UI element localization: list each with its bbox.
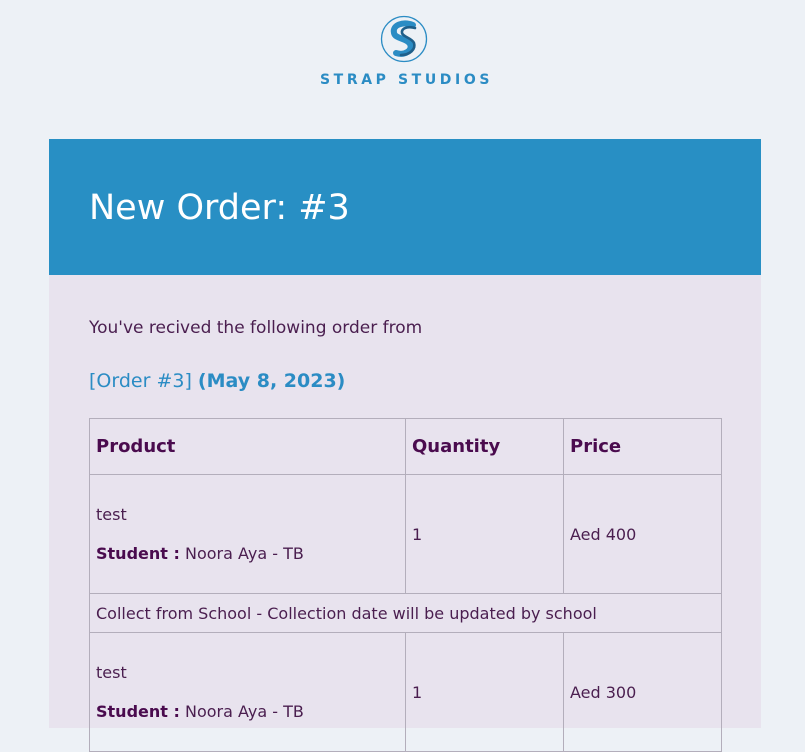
item-meta-label: Student :: [96, 702, 180, 721]
item-meta-label: Student :: [96, 544, 180, 563]
quantity-cell: 1: [405, 474, 564, 594]
order-date: (May 8, 2023): [197, 370, 346, 392]
table-row-note: Collect from School - Collection date wi…: [89, 593, 722, 633]
card-header: New Order: #3: [49, 139, 761, 275]
product-column-header: Product: [89, 418, 406, 475]
brand-name: STRAP STUDIOS: [320, 72, 493, 88]
intro-text: You've recived the following order from: [89, 318, 423, 338]
table-row: test Student : Noora Aya - TB 1 Aed 300: [89, 632, 722, 752]
quantity-column-header: Quantity: [405, 418, 564, 475]
order-items-table: Product Quantity Price test Student : No…: [89, 418, 722, 752]
table-header-row: Product Quantity Price: [89, 418, 722, 475]
ss-monogram-logo-icon: [380, 15, 428, 63]
page-title: New Order: #3: [89, 188, 350, 228]
product-name: test: [96, 505, 127, 524]
brand-header: STRAP STUDIOS: [0, 0, 805, 139]
product-cell: test Student : Noora Aya - TB: [89, 474, 406, 594]
quantity-cell: 1: [405, 632, 564, 752]
price-cell: Aed 300: [563, 632, 722, 752]
item-meta-value: Noora Aya - TB: [184, 702, 304, 721]
table-row: test Student : Noora Aya - TB 1 Aed 400: [89, 474, 722, 594]
order-email-card: New Order: #3 You've recived the followi…: [49, 139, 761, 752]
product-cell: test Student : Noora Aya - TB: [89, 632, 406, 752]
order-link[interactable]: [Order #3]: [89, 370, 192, 392]
collection-note: Collect from School - Collection date wi…: [89, 593, 722, 633]
item-meta-value: Noora Aya - TB: [184, 544, 304, 563]
price-column-header: Price: [563, 418, 722, 475]
price-cell: Aed 400: [563, 474, 722, 594]
product-name: test: [96, 663, 127, 682]
order-reference: [Order #3] (May 8, 2023): [89, 368, 345, 394]
